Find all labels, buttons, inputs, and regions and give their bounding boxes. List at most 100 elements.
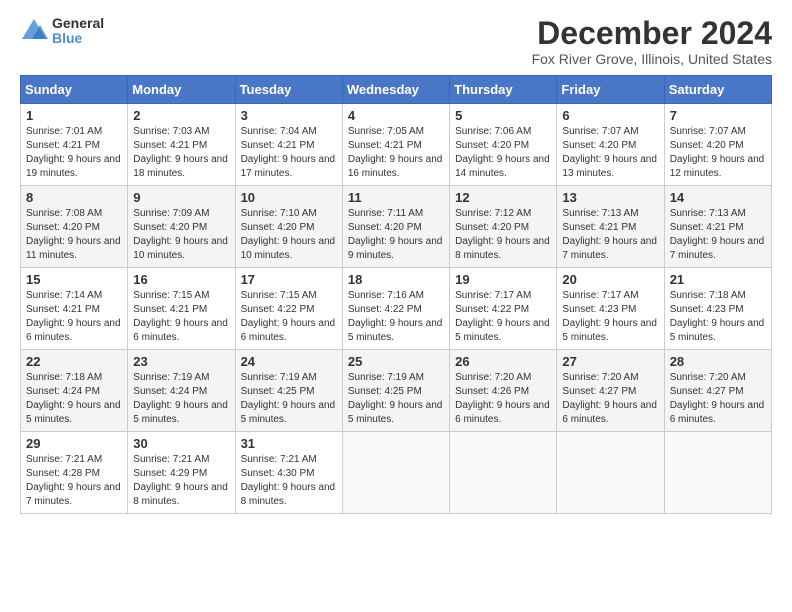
- day-number: 4: [348, 108, 444, 123]
- day-cell: 31 Sunrise: 7:21 AMSunset: 4:30 PMDayligh…: [235, 432, 342, 514]
- day-number: 22: [26, 354, 122, 369]
- logo-general: General: [52, 16, 104, 31]
- day-number: 12: [455, 190, 551, 205]
- day-detail: Sunrise: 7:17 AMSunset: 4:23 PMDaylight:…: [562, 289, 658, 345]
- day-cell: 9 Sunrise: 7:09 AMSunset: 4:20 PMDaylight…: [128, 186, 235, 268]
- title-block: December 2024 Fox River Grove, Illinois,…: [532, 16, 772, 67]
- calendar-title: December 2024: [532, 16, 772, 51]
- day-number: 24: [241, 354, 337, 369]
- day-cell: 28 Sunrise: 7:20 AMSunset: 4:27 PMDayligh…: [664, 350, 771, 432]
- day-cell: 30Sunrise: 7:21 AMSunset: 4:29 PMDayligh…: [128, 432, 235, 514]
- header-cell-wednesday: Wednesday: [342, 76, 449, 104]
- day-detail: Sunrise: 7:12 AMSunset: 4:20 PMDaylight:…: [455, 207, 551, 263]
- day-cell: 24Sunrise: 7:19 AMSunset: 4:25 PMDayligh…: [235, 350, 342, 432]
- week-row-3: 15 Sunrise: 7:14 AMSunset: 4:21 PMDayligh…: [21, 268, 772, 350]
- day-cell: 4 Sunrise: 7:05 AMSunset: 4:21 PMDaylight…: [342, 104, 449, 186]
- calendar-subtitle: Fox River Grove, Illinois, United States: [532, 51, 772, 67]
- header-cell-sunday: Sunday: [21, 76, 128, 104]
- day-cell: 18 Sunrise: 7:16 AMSunset: 4:22 PMDayligh…: [342, 268, 449, 350]
- day-number: 9: [133, 190, 229, 205]
- day-number: 17: [241, 272, 337, 287]
- day-detail: Sunrise: 7:06 AMSunset: 4:20 PMDaylight:…: [455, 125, 551, 181]
- day-cell: 1Sunrise: 7:01 AMSunset: 4:21 PMDaylight…: [21, 104, 128, 186]
- day-detail: Sunrise: 7:04 AMSunset: 4:21 PMDaylight:…: [241, 125, 337, 181]
- header-cell-tuesday: Tuesday: [235, 76, 342, 104]
- header-cell-thursday: Thursday: [450, 76, 557, 104]
- day-number: 6: [562, 108, 658, 123]
- week-row-2: 8 Sunrise: 7:08 AMSunset: 4:20 PMDaylight…: [21, 186, 772, 268]
- week-row-1: 1Sunrise: 7:01 AMSunset: 4:21 PMDaylight…: [21, 104, 772, 186]
- day-detail: Sunrise: 7:07 AMSunset: 4:20 PMDaylight:…: [670, 125, 766, 181]
- day-number: 25: [348, 354, 444, 369]
- day-number: 16: [133, 272, 229, 287]
- day-detail: Sunrise: 7:20 AMSunset: 4:27 PMDaylight:…: [670, 371, 766, 427]
- logo-text: General Blue: [52, 16, 104, 47]
- day-number: 31: [241, 436, 337, 451]
- week-row-5: 29Sunrise: 7:21 AMSunset: 4:28 PMDayligh…: [21, 432, 772, 514]
- day-detail: Sunrise: 7:20 AMSunset: 4:26 PMDaylight:…: [455, 371, 551, 427]
- day-cell: [450, 432, 557, 514]
- day-detail: Sunrise: 7:05 AMSunset: 4:21 PMDaylight:…: [348, 125, 444, 181]
- day-detail: Sunrise: 7:16 AMSunset: 4:22 PMDaylight:…: [348, 289, 444, 345]
- day-cell: 11 Sunrise: 7:11 AMSunset: 4:20 PMDayligh…: [342, 186, 449, 268]
- day-detail: Sunrise: 7:15 AMSunset: 4:21 PMDaylight:…: [133, 289, 229, 345]
- day-number: 13: [562, 190, 658, 205]
- header-row: SundayMondayTuesdayWednesdayThursdayFrid…: [21, 76, 772, 104]
- day-detail: Sunrise: 7:20 AMSunset: 4:27 PMDaylight:…: [562, 371, 658, 427]
- day-cell: 3Sunrise: 7:04 AMSunset: 4:21 PMDaylight…: [235, 104, 342, 186]
- day-cell: 13 Sunrise: 7:13 AMSunset: 4:21 PMDayligh…: [557, 186, 664, 268]
- day-detail: Sunrise: 7:01 AMSunset: 4:21 PMDaylight:…: [26, 125, 122, 181]
- day-number: 14: [670, 190, 766, 205]
- day-detail: Sunrise: 7:14 AMSunset: 4:21 PMDaylight:…: [26, 289, 122, 345]
- day-detail: Sunrise: 7:18 AMSunset: 4:24 PMDaylight:…: [26, 371, 122, 427]
- day-number: 26: [455, 354, 551, 369]
- day-cell: 23 Sunrise: 7:19 AMSunset: 4:24 PMDayligh…: [128, 350, 235, 432]
- day-number: 10: [241, 190, 337, 205]
- day-cell: 29Sunrise: 7:21 AMSunset: 4:28 PMDayligh…: [21, 432, 128, 514]
- logo-icon: [20, 17, 48, 45]
- day-cell: 17 Sunrise: 7:15 AMSunset: 4:22 PMDayligh…: [235, 268, 342, 350]
- day-number: 23: [133, 354, 229, 369]
- day-detail: Sunrise: 7:17 AMSunset: 4:22 PMDaylight:…: [455, 289, 551, 345]
- day-cell: 27 Sunrise: 7:20 AMSunset: 4:27 PMDayligh…: [557, 350, 664, 432]
- day-number: 20: [562, 272, 658, 287]
- day-number: 15: [26, 272, 122, 287]
- day-cell: 26 Sunrise: 7:20 AMSunset: 4:26 PMDayligh…: [450, 350, 557, 432]
- day-number: 18: [348, 272, 444, 287]
- day-cell: 22 Sunrise: 7:18 AMSunset: 4:24 PMDayligh…: [21, 350, 128, 432]
- day-detail: Sunrise: 7:15 AMSunset: 4:22 PMDaylight:…: [241, 289, 337, 345]
- day-cell: 14Sunrise: 7:13 AMSunset: 4:21 PMDayligh…: [664, 186, 771, 268]
- day-cell: [557, 432, 664, 514]
- calendar-table: SundayMondayTuesdayWednesdayThursdayFrid…: [20, 75, 772, 514]
- day-detail: Sunrise: 7:08 AMSunset: 4:20 PMDaylight:…: [26, 207, 122, 263]
- day-detail: Sunrise: 7:11 AMSunset: 4:20 PMDaylight:…: [348, 207, 444, 263]
- day-number: 7: [670, 108, 766, 123]
- day-detail: Sunrise: 7:21 AMSunset: 4:29 PMDaylight:…: [133, 453, 229, 509]
- day-number: 28: [670, 354, 766, 369]
- day-cell: 8 Sunrise: 7:08 AMSunset: 4:20 PMDaylight…: [21, 186, 128, 268]
- header-cell-monday: Monday: [128, 76, 235, 104]
- logo-blue: Blue: [52, 31, 104, 46]
- day-cell: 21Sunrise: 7:18 AMSunset: 4:23 PMDayligh…: [664, 268, 771, 350]
- day-detail: Sunrise: 7:19 AMSunset: 4:24 PMDaylight:…: [133, 371, 229, 427]
- header-cell-friday: Friday: [557, 76, 664, 104]
- day-number: 27: [562, 354, 658, 369]
- day-cell: 6Sunrise: 7:07 AMSunset: 4:20 PMDaylight…: [557, 104, 664, 186]
- day-number: 8: [26, 190, 122, 205]
- day-cell: 5 Sunrise: 7:06 AMSunset: 4:20 PMDaylight…: [450, 104, 557, 186]
- day-cell: 2Sunrise: 7:03 AMSunset: 4:21 PMDaylight…: [128, 104, 235, 186]
- week-row-4: 22 Sunrise: 7:18 AMSunset: 4:24 PMDayligh…: [21, 350, 772, 432]
- day-cell: [342, 432, 449, 514]
- day-detail: Sunrise: 7:09 AMSunset: 4:20 PMDaylight:…: [133, 207, 229, 263]
- day-number: 5: [455, 108, 551, 123]
- day-detail: Sunrise: 7:03 AMSunset: 4:21 PMDaylight:…: [133, 125, 229, 181]
- day-detail: Sunrise: 7:10 AMSunset: 4:20 PMDaylight:…: [241, 207, 337, 263]
- day-detail: Sunrise: 7:13 AMSunset: 4:21 PMDaylight:…: [562, 207, 658, 263]
- day-number: 11: [348, 190, 444, 205]
- day-detail: Sunrise: 7:21 AMSunset: 4:30 PMDaylight:…: [241, 453, 337, 509]
- day-cell: 10 Sunrise: 7:10 AMSunset: 4:20 PMDayligh…: [235, 186, 342, 268]
- day-cell: 19Sunrise: 7:17 AMSunset: 4:22 PMDayligh…: [450, 268, 557, 350]
- day-detail: Sunrise: 7:21 AMSunset: 4:28 PMDaylight:…: [26, 453, 122, 509]
- day-cell: [664, 432, 771, 514]
- day-cell: 25Sunrise: 7:19 AMSunset: 4:25 PMDayligh…: [342, 350, 449, 432]
